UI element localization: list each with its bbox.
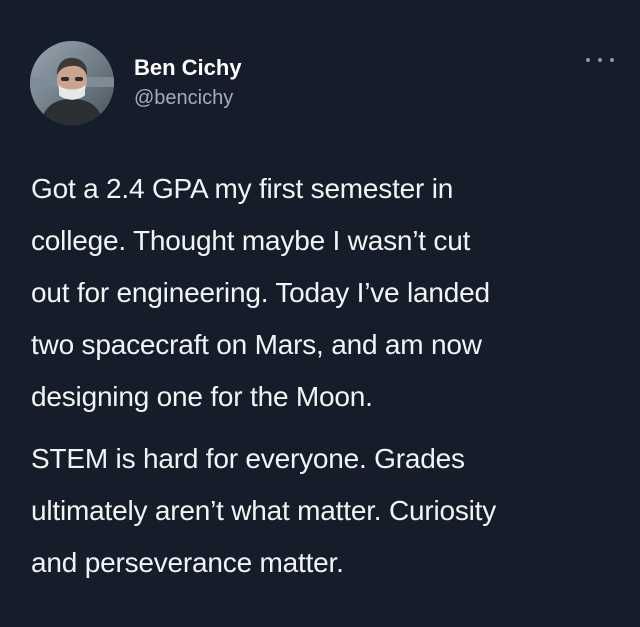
more-dot [610,58,614,62]
tweet-paragraph: Got a 2.4 GPA my first semester in colle… [31,163,631,423]
tweet-line: designing one for the Moon. [31,381,373,412]
tweet-line: two spacecraft on Mars, and am now [31,329,482,360]
avatar[interactable] [30,41,114,125]
tweet-line: STEM is hard for everyone. Grades [31,443,465,474]
more-dot [598,58,602,62]
author-display-name[interactable]: Ben Cichy [134,54,242,82]
tweet-header: Ben Cichy @bencichy [30,38,242,128]
tweet-paragraph: STEM is hard for everyone. Grades ultima… [31,433,631,589]
tweet-line: out for engineering. Today I’ve landed [31,277,490,308]
tweet-line: and perseverance matter. [31,547,344,578]
tweet-line: college. Thought maybe I wasn’t cut [31,225,471,256]
tweet-line: ultimately aren’t what matter. Curiosity [31,495,497,526]
profile-photo-icon [30,41,114,125]
author-names: Ben Cichy @bencichy [134,54,242,112]
more-dot [586,58,590,62]
tweet-line: Got a 2.4 GPA my first semester in [31,173,454,204]
author-handle[interactable]: @bencichy [134,84,242,112]
more-horizontal-icon[interactable] [586,52,614,68]
tweet-text: Got a 2.4 GPA my first semester in colle… [31,163,631,589]
tweet-card: Ben Cichy @bencichy Got a 2.4 GPA my fir… [0,0,640,627]
